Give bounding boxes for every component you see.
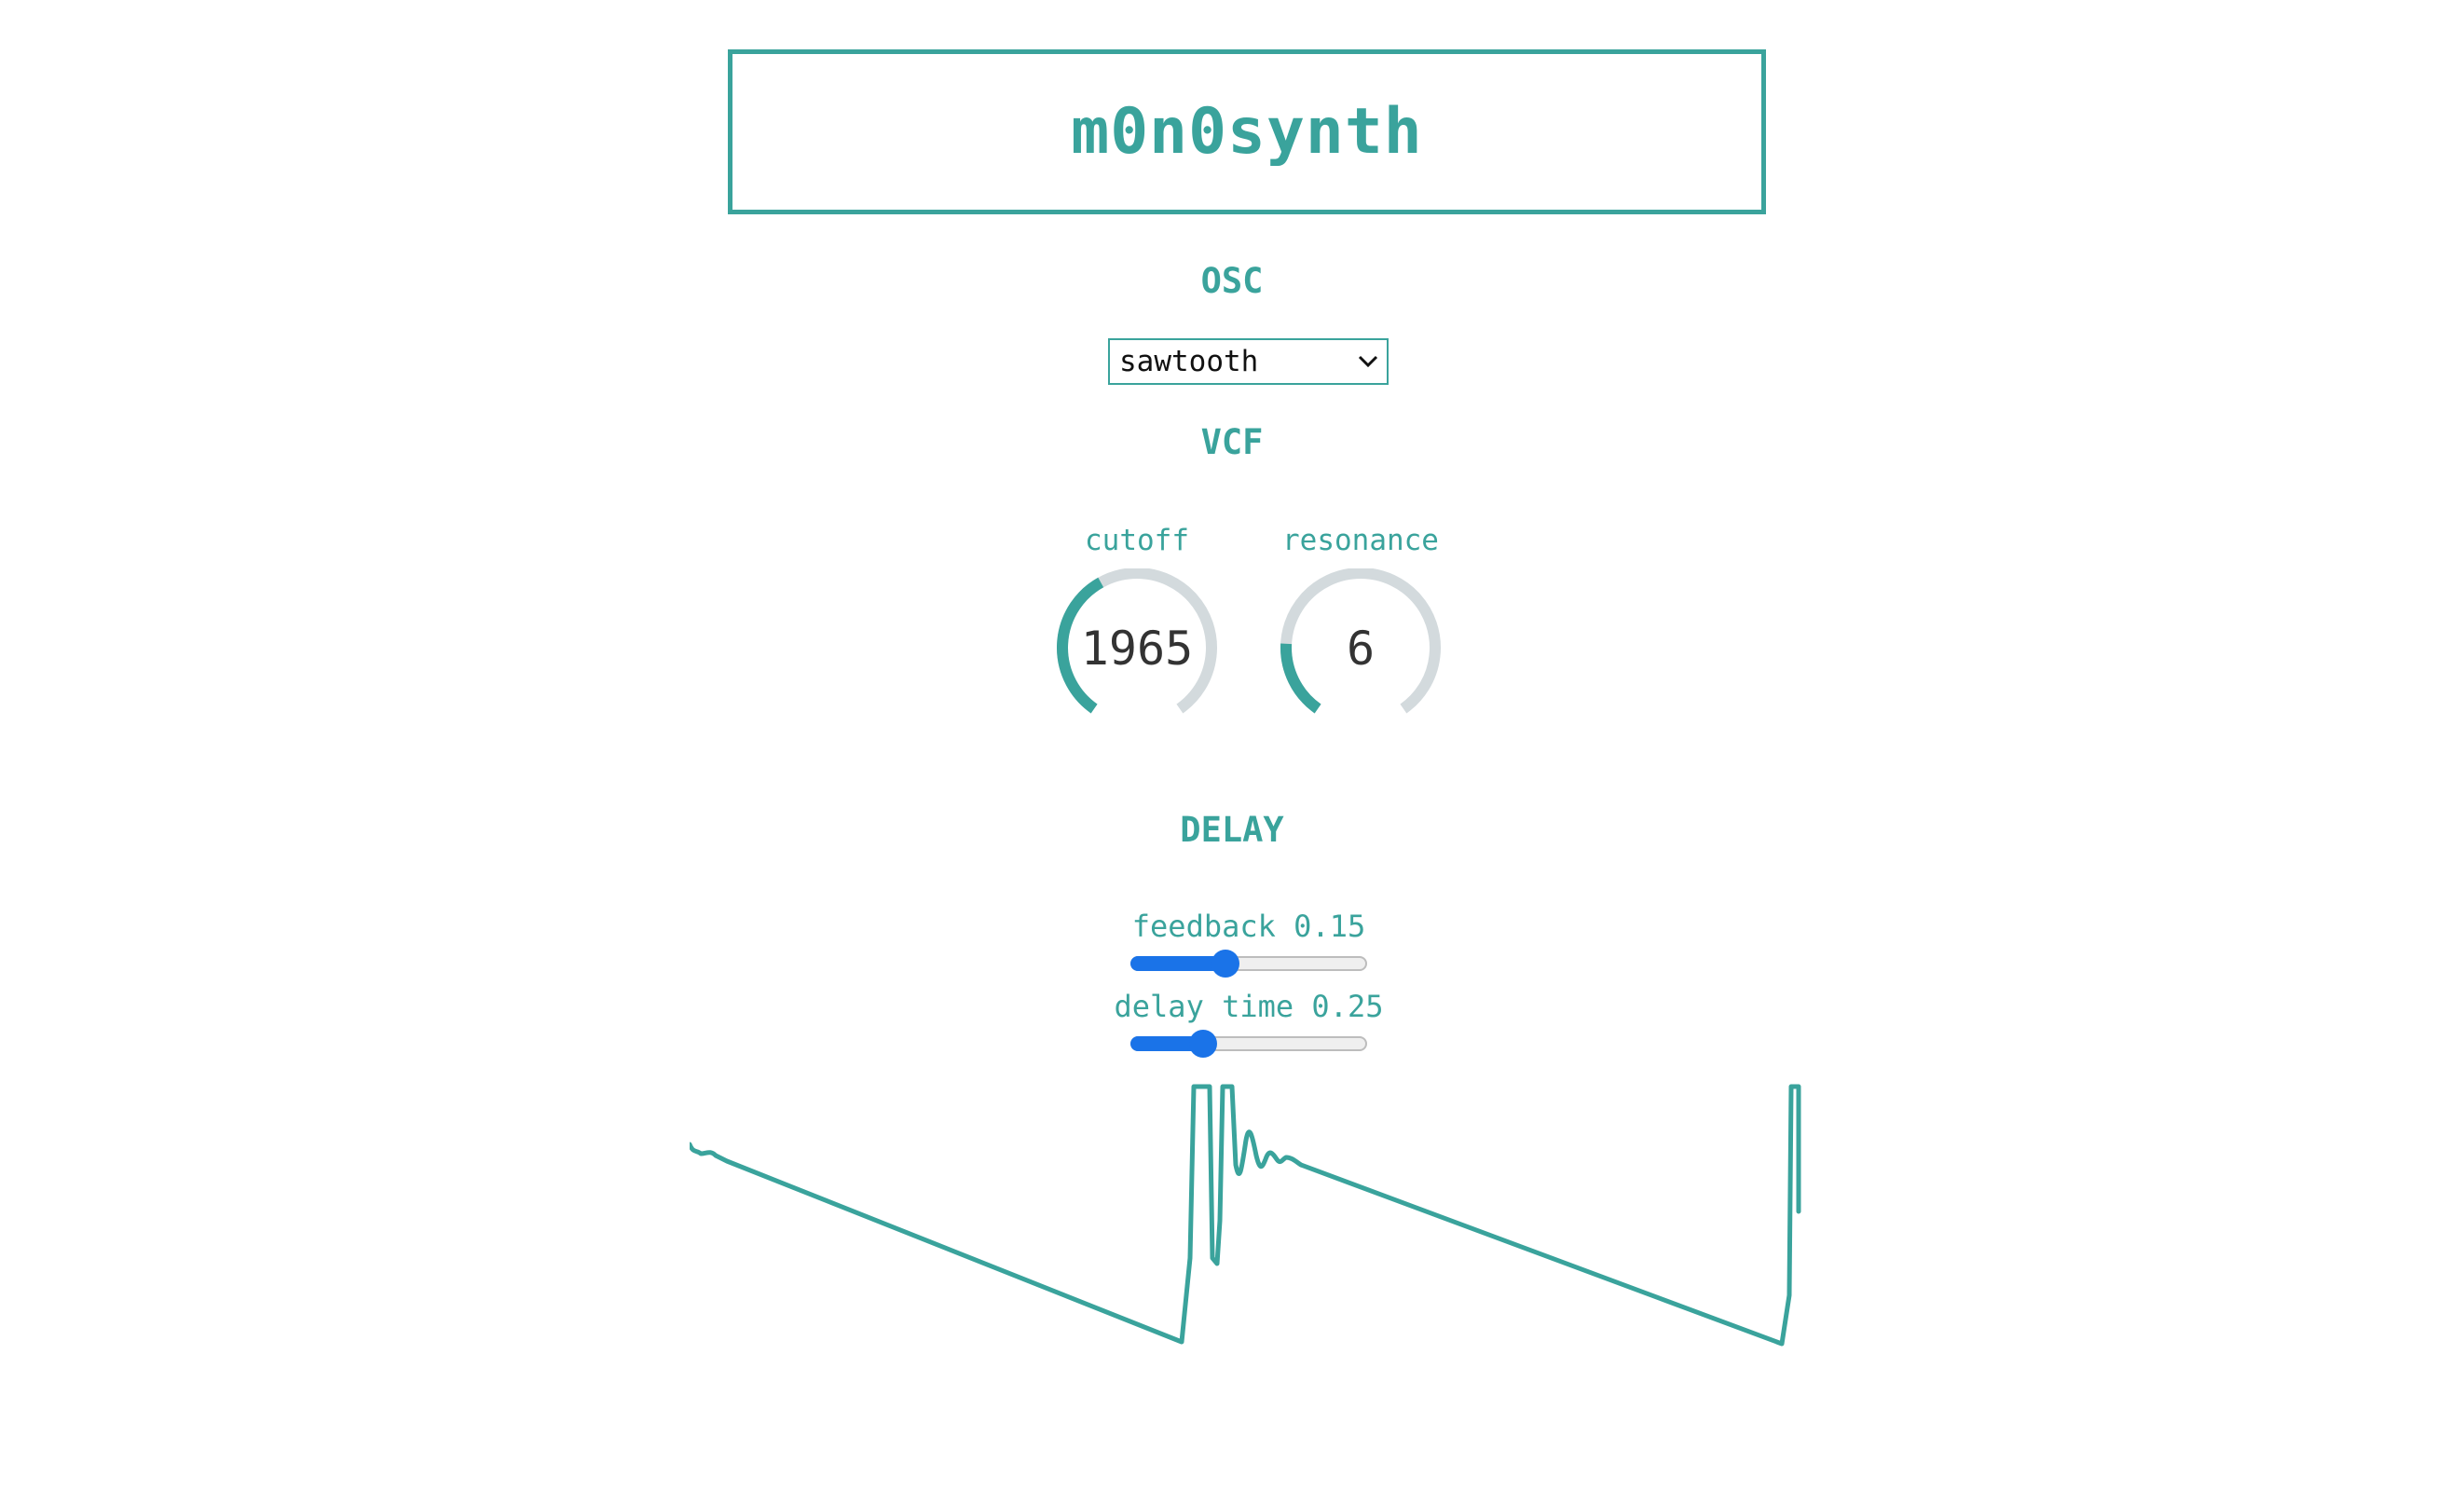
delay-time-control: delay time 0.25	[1025, 988, 1472, 1062]
feedback-control: feedback 0.15	[1025, 908, 1472, 982]
waveform-select[interactable]: sawtooth	[1108, 338, 1389, 385]
cutoff-label: cutoff	[1085, 524, 1189, 557]
waveform-selected-value: sawtooth	[1119, 345, 1259, 378]
app-title: m0n0synth	[1071, 95, 1423, 169]
cutoff-value: 1965	[1080, 622, 1194, 676]
feedback-label: feedback 0.15	[1131, 909, 1366, 944]
delay-section-label: DELAY	[1180, 810, 1284, 850]
title-banner: m0n0synth	[728, 49, 1766, 214]
vcf-section-label: VCF	[1200, 422, 1264, 462]
synth-app: m0n0synth OSC sawtooth VCF cutoff 1965 r…	[0, 0, 2464, 1491]
resonance-value: 6	[1346, 622, 1376, 676]
resonance-label: resonance	[1282, 524, 1439, 557]
osc-section-label: OSC	[1200, 261, 1264, 301]
waveform-oscilloscope	[690, 1084, 1801, 1347]
delay-time-slider-thumb[interactable]	[1188, 1030, 1217, 1058]
chevron-down-icon	[1355, 349, 1381, 375]
resonance-knob[interactable]: resonance 6	[1267, 522, 1454, 727]
delay-time-slider[interactable]	[1130, 1025, 1367, 1062]
feedback-slider-thumb[interactable]	[1211, 950, 1240, 978]
delay-time-label: delay time 0.25	[1114, 989, 1384, 1024]
cutoff-knob[interactable]: cutoff 1965	[1044, 522, 1230, 727]
oscilloscope-trace	[690, 1084, 1801, 1347]
feedback-slider[interactable]	[1130, 945, 1367, 982]
